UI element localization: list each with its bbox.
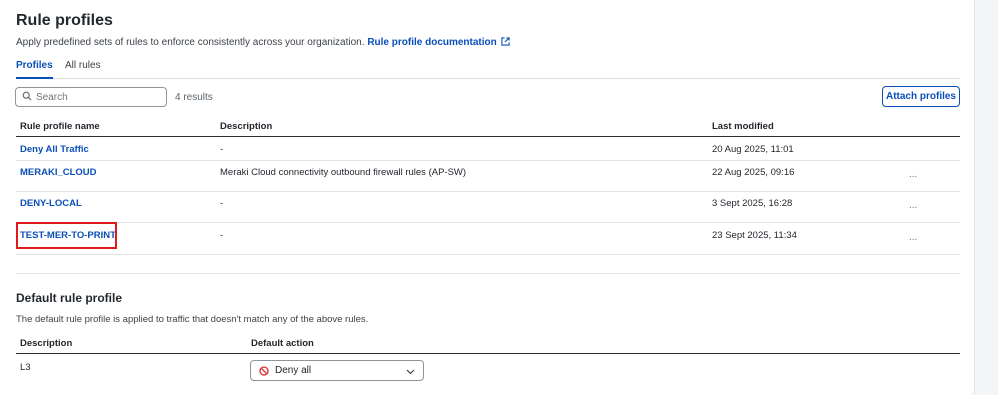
search-box[interactable]	[15, 87, 167, 107]
default-action-value: Deny all	[275, 365, 312, 376]
table-header-divider	[16, 136, 960, 137]
search-input[interactable]	[36, 91, 156, 103]
default-action-select[interactable]: Deny all	[250, 360, 424, 381]
row-divider	[16, 191, 960, 192]
more-icon[interactable]: ...	[909, 232, 917, 243]
page-subtitle: Apply predefined sets of rules to enforc…	[16, 37, 510, 49]
section-divider	[16, 273, 960, 274]
column-header-description: Description	[20, 338, 73, 349]
table-cell-description: -	[220, 144, 224, 155]
default-profile-title: Default rule profile	[16, 291, 123, 305]
deny-icon	[259, 365, 269, 376]
row-divider	[16, 160, 960, 161]
table-cell-last-modified: 20 Aug 2025, 11:01	[712, 144, 794, 155]
default-profile-description: L3	[20, 362, 31, 373]
search-icon	[22, 90, 32, 104]
table-cell-description: -	[220, 230, 224, 241]
chevron-down-icon	[406, 367, 415, 378]
external-link-icon	[501, 37, 510, 49]
more-icon[interactable]: ...	[909, 169, 917, 180]
rule-profiles-card: Rule profiles Apply predefined sets of r…	[0, 0, 975, 395]
tab-all-rules[interactable]: All rules	[65, 60, 101, 78]
table-cell-last-modified: 3 Sept 2025, 16:28	[712, 198, 793, 209]
tab-profiles[interactable]: Profiles	[16, 60, 53, 79]
table-cell-description: Meraki Cloud connectivity outbound firew…	[220, 167, 467, 178]
column-header-default-action: Default action	[251, 338, 314, 349]
column-header-description: Description	[220, 121, 273, 132]
page-title: Rule profiles	[16, 12, 113, 29]
row-divider	[16, 222, 960, 223]
row-divider	[16, 254, 960, 255]
subtitle-text: Apply predefined sets of rules to enforc…	[16, 37, 365, 48]
results-count: 4 results	[175, 92, 213, 103]
tab-bar: Profiles All rules	[16, 60, 960, 79]
documentation-link[interactable]: Rule profile documentation	[367, 37, 510, 49]
table-cell-description: -	[220, 198, 224, 209]
highlight-box	[16, 222, 117, 249]
column-header-name: Rule profile name	[20, 121, 100, 132]
documentation-link-label: Rule profile documentation	[367, 37, 497, 48]
profile-link-deny-local[interactable]: DENY-LOCAL	[20, 198, 82, 209]
attach-profiles-button[interactable]: Attach profiles	[882, 86, 960, 107]
more-icon[interactable]: ...	[909, 200, 917, 211]
table-header-divider	[16, 353, 960, 354]
profile-link-meraki-cloud[interactable]: MERAKI_CLOUD	[20, 167, 97, 178]
profile-link-deny-all-traffic[interactable]: Deny All Traffic	[20, 144, 89, 155]
table-cell-last-modified: 23 Sept 2025, 11:34	[712, 230, 797, 241]
default-profile-subtitle: The default rule profile is applied to t…	[16, 314, 369, 325]
table-cell-last-modified: 22 Aug 2025, 09:16	[712, 167, 795, 178]
column-header-last-modified: Last modified	[712, 121, 774, 132]
